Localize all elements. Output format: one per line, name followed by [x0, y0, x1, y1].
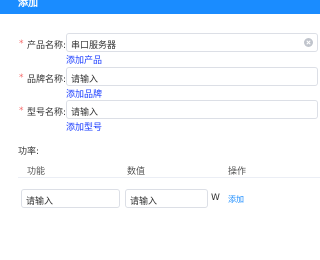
- required-mark: *: [19, 73, 24, 83]
- column-header-action: 操作: [228, 167, 247, 177]
- power-label: 功率:: [18, 147, 40, 157]
- model-name-input[interactable]: 请输入: [66, 100, 318, 119]
- clear-icon[interactable]: [304, 38, 313, 47]
- add-product-link[interactable]: 添加产品: [66, 53, 102, 66]
- model-name-label: 型号名称:: [27, 108, 67, 118]
- value-input[interactable]: 请输入: [125, 189, 208, 208]
- product-name-value: 串口服务器: [71, 41, 117, 51]
- column-header-function: 功能: [27, 167, 46, 177]
- form-row-model: * 型号名称: 请输入 添加型号: [0, 100, 320, 140]
- power-table-header: 功能 数值 操作: [18, 160, 320, 178]
- product-name-label: 产品名称:: [27, 41, 67, 51]
- add-model-link[interactable]: 添加型号: [66, 120, 102, 133]
- product-name-input[interactable]: 串口服务器: [66, 33, 318, 52]
- function-placeholder: 请输入: [26, 197, 54, 207]
- add-power-row-button[interactable]: 添加: [228, 194, 244, 205]
- function-input[interactable]: 请输入: [21, 189, 120, 208]
- add-brand-link[interactable]: 添加品牌: [66, 87, 102, 100]
- value-placeholder: 请输入: [130, 197, 158, 207]
- unit-label: W: [211, 193, 220, 203]
- required-mark: *: [19, 39, 24, 49]
- brand-name-input[interactable]: 请输入: [66, 67, 318, 86]
- model-name-placeholder: 请输入: [71, 108, 99, 118]
- dialog-title: 添加: [18, 0, 38, 9]
- brand-name-placeholder: 请输入: [71, 75, 99, 85]
- brand-name-label: 品牌名称:: [27, 75, 67, 85]
- dialog-header: 添加: [0, 0, 320, 14]
- required-mark: *: [19, 106, 24, 116]
- column-header-value: 数值: [127, 167, 146, 177]
